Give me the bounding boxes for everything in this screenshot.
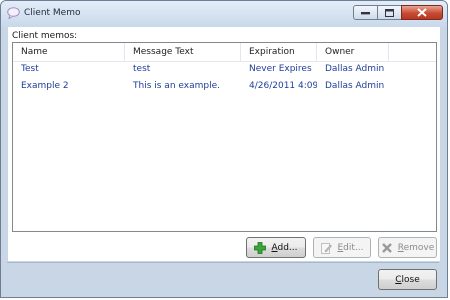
list-header: Name Message Text Expiration Owner [13, 43, 436, 62]
close-button-label: Close [395, 275, 420, 285]
client-memos-label: Client memos: [12, 31, 78, 41]
maximize-button[interactable] [377, 5, 402, 20]
edit-document-icon [321, 242, 333, 254]
column-header-message-text[interactable]: Message Text [125, 43, 241, 61]
edit-button[interactable]: Edit... [313, 237, 371, 258]
remove-x-icon [381, 242, 392, 253]
column-header-expiration[interactable]: Expiration [241, 43, 317, 61]
close-icon [417, 8, 427, 17]
add-button-label: Add... [271, 243, 297, 253]
remove-button-label: Remove [398, 243, 435, 253]
minimize-button[interactable] [353, 5, 378, 20]
edit-label-rest: dit... [343, 242, 364, 253]
title-bar[interactable]: Client Memo [1, 1, 447, 27]
close-button[interactable]: Close [378, 269, 437, 290]
list-item[interactable]: Example 2 This is an example. 4/26/2011 … [13, 78, 436, 95]
remove-button[interactable]: Remove [378, 237, 437, 258]
caption-buttons [353, 5, 443, 21]
cell-message-text: test [133, 64, 151, 74]
footer-separator [7, 262, 439, 263]
edit-button-label: Edit... [337, 243, 363, 253]
client-memos-list[interactable]: Name Message Text Expiration Owner Test … [12, 42, 437, 232]
cell-expiration: 4/26/2011 4:09 PI [249, 81, 317, 91]
maximize-icon [385, 8, 394, 17]
window-title: Client Memo [24, 8, 81, 18]
plus-icon [254, 241, 267, 254]
memo-bubble-icon [7, 7, 20, 19]
cell-name: Example 2 [21, 81, 69, 91]
add-label-rest: dd... [277, 242, 298, 253]
cell-owner: Dallas Admin [325, 64, 385, 74]
cell-message-text: This is an example. [133, 81, 220, 91]
close-window-button[interactable] [401, 5, 443, 20]
cell-expiration: Never Expires [249, 64, 312, 74]
column-header-name[interactable]: Name [13, 43, 125, 61]
cell-name: Test [21, 64, 39, 74]
cell-owner: Dallas Admin [325, 81, 385, 91]
column-header-owner[interactable]: Owner [317, 43, 389, 61]
minimize-icon [361, 11, 370, 14]
close-label-rest: lose [401, 274, 420, 285]
remove-label-rest: emove [403, 242, 435, 253]
add-button[interactable]: Add... [246, 237, 306, 258]
list-item[interactable]: Test test Never Expires Dallas Admin [13, 61, 436, 78]
